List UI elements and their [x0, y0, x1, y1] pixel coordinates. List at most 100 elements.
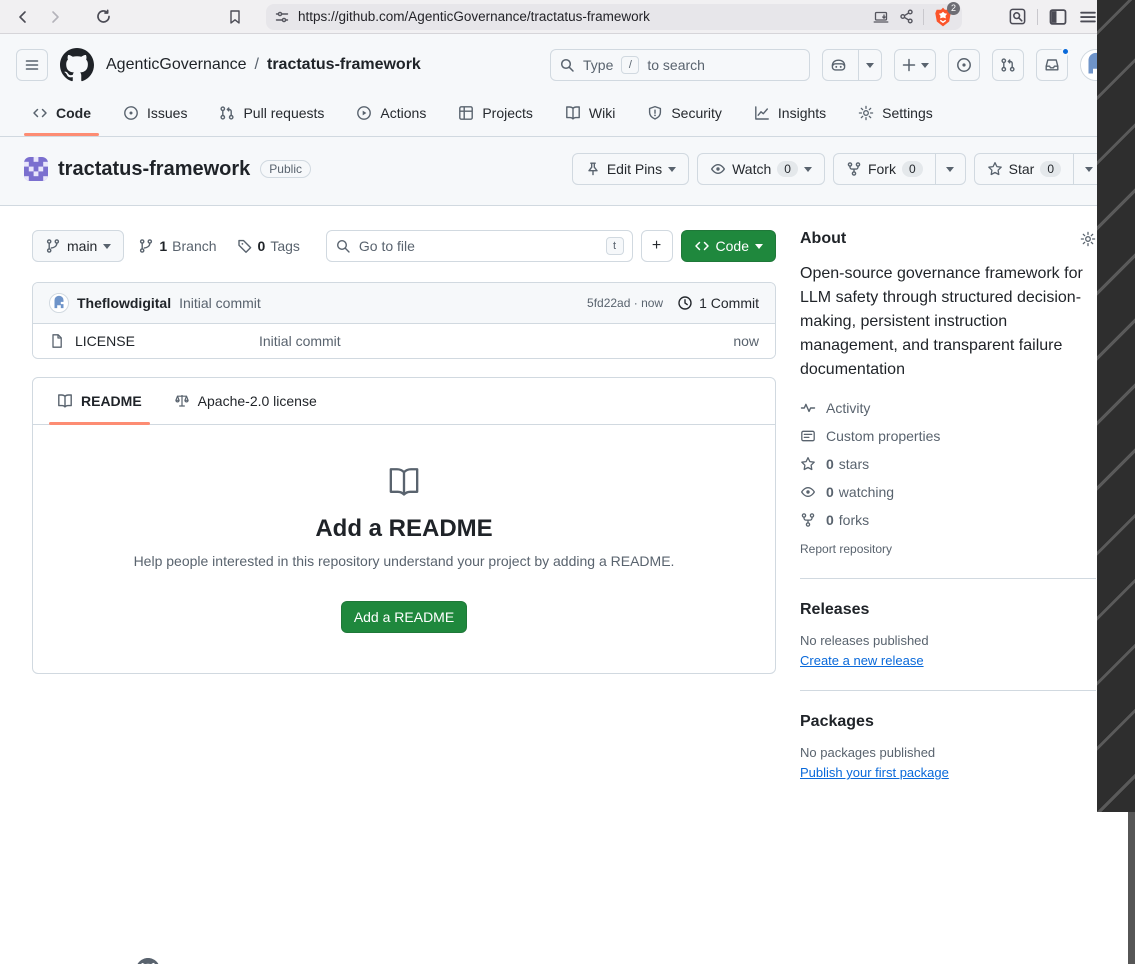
- code-button-label: Code: [716, 238, 749, 254]
- commit-sha-time[interactable]: 5fd22ad · now: [587, 296, 663, 310]
- commit-author[interactable]: Theflowdigital: [77, 295, 171, 311]
- releases-empty-text: No releases published: [800, 633, 1096, 648]
- pull-requests-dashboard-button[interactable]: [992, 49, 1024, 81]
- reload-icon: [95, 8, 112, 25]
- tab-pull-requests[interactable]: Pull requests: [203, 90, 340, 136]
- sidebar-item-activity[interactable]: Activity: [800, 400, 1096, 416]
- forward-button[interactable]: [42, 4, 68, 30]
- eye-icon: [800, 484, 816, 500]
- save-to-device-icon[interactable]: [872, 9, 890, 25]
- tags-label: Tags: [270, 238, 300, 254]
- reload-button[interactable]: [90, 4, 116, 30]
- tab-wiki[interactable]: Wiki: [549, 90, 631, 136]
- inbox-button[interactable]: [1036, 49, 1068, 81]
- sidebar-item-label: forks: [839, 512, 869, 528]
- edit-pins-button[interactable]: Edit Pins: [572, 153, 689, 185]
- breadcrumb-repo[interactable]: tractatus-framework: [267, 56, 421, 74]
- sidebar-item-forks[interactable]: 0 forks: [800, 512, 1096, 528]
- tab-actions[interactable]: Actions: [340, 90, 442, 136]
- browser-menu-icon[interactable]: [1078, 7, 1098, 27]
- github-logo[interactable]: [60, 48, 94, 82]
- commit-author-avatar[interactable]: [49, 293, 69, 313]
- github-header: AgenticGovernance / tractatus-framework …: [0, 34, 1128, 90]
- forward-icon: [47, 9, 63, 25]
- global-nav-menu-button[interactable]: [16, 49, 48, 81]
- fork-count: 0: [902, 161, 923, 177]
- add-file-button[interactable]: +: [641, 230, 673, 262]
- readme-empty-help: Help people interested in this repositor…: [65, 553, 743, 569]
- browser-toolbar: https://github.com/AgenticGovernance/tra…: [0, 0, 1128, 34]
- footer: © 2025 GitHub, Inc. Terms Privacy Securi…: [0, 930, 1128, 964]
- tab-projects[interactable]: Projects: [442, 90, 549, 136]
- code-icon: [694, 238, 710, 254]
- chevron-down-icon: [755, 244, 763, 249]
- url-text[interactable]: https://github.com/AgenticGovernance/tra…: [298, 9, 864, 24]
- main-content: main 1 Branch 0 Tags Go to file t: [0, 206, 1128, 780]
- star-button[interactable]: Star 0: [974, 153, 1074, 185]
- tab-issues[interactable]: Issues: [107, 90, 203, 136]
- sidebar-item-stars[interactable]: 0 stars: [800, 456, 1096, 472]
- create-new-button[interactable]: [894, 49, 936, 81]
- commit-message[interactable]: Initial commit: [179, 295, 261, 311]
- gear-icon: [858, 105, 874, 121]
- tab-license[interactable]: Apache-2.0 license: [158, 378, 333, 424]
- breadcrumb-owner[interactable]: AgenticGovernance: [106, 56, 247, 74]
- repo-nav: Code Issues Pull requests Actions Projec…: [0, 90, 1128, 137]
- tab-code[interactable]: Code: [16, 90, 107, 136]
- search-panel-icon[interactable]: [1008, 7, 1027, 26]
- tab-label: Insights: [778, 105, 826, 121]
- file-commit-time: now: [733, 333, 759, 349]
- table-row[interactable]: LICENSE Initial commit now: [33, 323, 775, 358]
- tags-link[interactable]: 0 Tags: [237, 238, 300, 254]
- edit-about-button[interactable]: [1080, 231, 1096, 247]
- create-release-link[interactable]: Create a new release: [800, 653, 924, 668]
- git-pull-request-icon: [1000, 57, 1016, 73]
- fork-dropdown-button[interactable]: [936, 153, 966, 185]
- tab-readme[interactable]: README: [41, 378, 158, 424]
- issue-opened-icon: [956, 57, 972, 73]
- copilot-button[interactable]: [822, 49, 882, 81]
- back-icon: [15, 9, 31, 25]
- site-permissions-icon[interactable]: [274, 9, 290, 25]
- readme-empty-state: Add a README Help people interested in t…: [33, 425, 775, 673]
- latest-commit-bar: Theflowdigital Initial commit 5fd22ad · …: [33, 283, 775, 323]
- add-readme-button[interactable]: Add a README: [341, 601, 467, 633]
- page-title[interactable]: tractatus-framework: [58, 158, 250, 181]
- global-search-input[interactable]: Type / to search: [550, 49, 810, 81]
- file-name[interactable]: LICENSE: [75, 333, 135, 349]
- fork-button[interactable]: Fork 0: [833, 153, 936, 185]
- copilot-segment[interactable]: [823, 50, 854, 80]
- tab-security[interactable]: Security: [631, 90, 738, 136]
- add-readme-label: Add a README: [354, 609, 454, 625]
- publish-package-link[interactable]: Publish your first package: [800, 765, 949, 780]
- code-button[interactable]: Code: [681, 230, 776, 262]
- share-icon[interactable]: [898, 8, 915, 25]
- watch-button[interactable]: Watch 0: [697, 153, 825, 185]
- github-footer-logo[interactable]: [136, 958, 160, 964]
- fork-icon: [800, 512, 816, 528]
- goto-file-input[interactable]: Go to file t: [326, 230, 633, 262]
- sidebar-item-custom-properties[interactable]: Custom properties: [800, 428, 1096, 444]
- toolbar-divider: [1037, 9, 1038, 25]
- copilot-dropdown-segment[interactable]: [858, 50, 881, 80]
- url-bar[interactable]: https://github.com/AgenticGovernance/tra…: [266, 4, 962, 30]
- branches-link[interactable]: 1 Branch: [138, 238, 216, 254]
- chevron-down-icon: [946, 167, 954, 172]
- sidebar-item-watching[interactable]: 0 watching: [800, 484, 1096, 500]
- file-icon: [49, 333, 65, 349]
- commit-history-link[interactable]: 1 Commit: [677, 295, 759, 311]
- repo-avatar[interactable]: [24, 157, 48, 181]
- bookmark-button[interactable]: [222, 4, 248, 30]
- file-commit-message[interactable]: Initial commit: [259, 333, 733, 349]
- tab-settings[interactable]: Settings: [842, 90, 949, 136]
- breadcrumb: AgenticGovernance / tractatus-framework: [106, 56, 421, 74]
- branch-selector[interactable]: main: [32, 230, 124, 262]
- report-repository-link[interactable]: Report repository: [800, 542, 1096, 556]
- tab-insights[interactable]: Insights: [738, 90, 842, 136]
- issues-dashboard-button[interactable]: [948, 49, 980, 81]
- sidebar-toggle-icon[interactable]: [1048, 7, 1068, 27]
- brave-shield-button[interactable]: 2: [932, 6, 954, 28]
- back-button[interactable]: [10, 4, 36, 30]
- readme-empty-title: Add a README: [65, 515, 743, 543]
- watch-label: Watch: [732, 161, 771, 177]
